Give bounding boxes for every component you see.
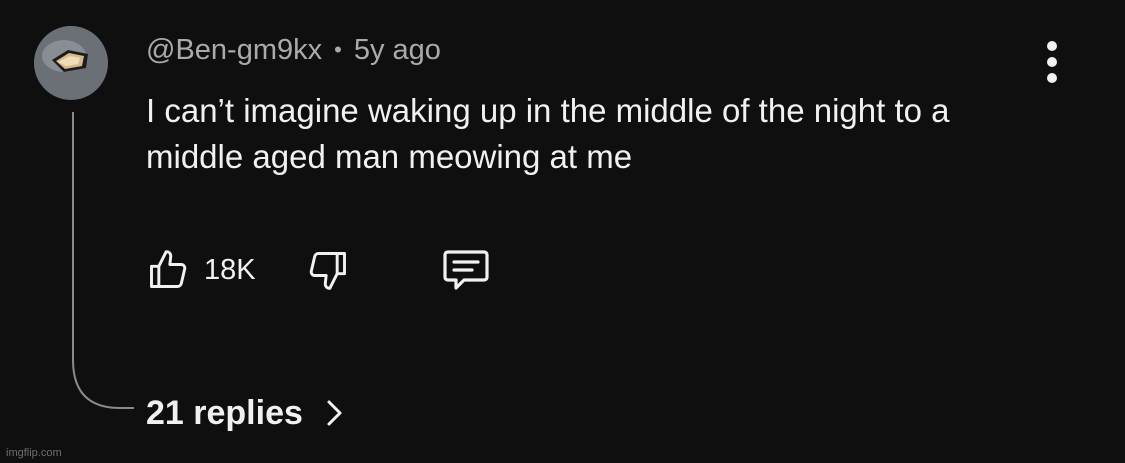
- avatar[interactable]: [34, 26, 108, 100]
- comment-bubble-icon: [443, 250, 489, 290]
- avatar-image: [34, 26, 108, 100]
- comment-meta: @Ben-gm9kx • 5y ago: [146, 30, 441, 70]
- author-name[interactable]: @Ben-gm9kx: [146, 34, 322, 67]
- comment-text: I can’t imagine waking up in the middle …: [146, 92, 950, 175]
- comment-time: 5y ago: [353, 33, 441, 66]
- chevron-right-icon: [327, 400, 342, 426]
- view-replies-button[interactable]: 21 replies: [146, 388, 345, 438]
- more-vertical-icon: [1047, 41, 1057, 51]
- more-options-button[interactable]: [1030, 40, 1074, 84]
- dislike-button[interactable]: [304, 246, 352, 294]
- thumbs-down-icon: [309, 252, 346, 290]
- like-button[interactable]: [146, 246, 190, 294]
- reply-button[interactable]: [438, 246, 494, 294]
- watermark: imgflip.com: [6, 447, 62, 459]
- comment-actions: 18K: [146, 246, 494, 294]
- replies-label: 21 replies: [146, 393, 303, 432]
- meta-separator: •: [334, 37, 342, 62]
- like-count: 18K: [204, 253, 256, 286]
- thumbs-up-icon: [150, 250, 187, 288]
